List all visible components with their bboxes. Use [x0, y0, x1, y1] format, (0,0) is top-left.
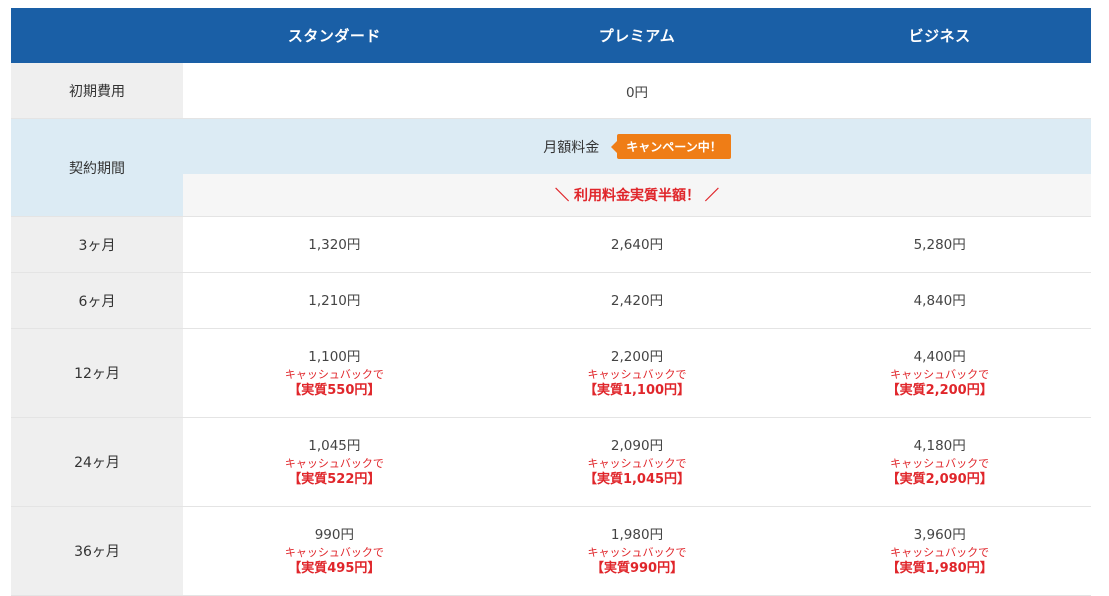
monthly-price: 4,180円 [913, 437, 966, 454]
cashback-note: キャッシュバックで [587, 456, 687, 470]
monthly-price: 4,840円 [913, 292, 966, 309]
monthly-price: 1,980円 [610, 526, 664, 543]
price-cell-business: 4,840円 [788, 273, 1091, 328]
monthly-price: 990円 [314, 526, 354, 543]
term-label: 6ヶ月 [11, 273, 183, 328]
monthly-price: 2,640円 [610, 236, 664, 253]
cashback-note: キャッシュバックで [890, 367, 990, 381]
price-cell-premium: 2,090円キャッシュバックで 【実質1,045円】 [486, 418, 789, 506]
price-cell-standard: 990円キャッシュバックで 【実質495円】 [183, 507, 486, 595]
table-row: 3ヶ月 1,320円 2,640円 5,280円 [11, 217, 1091, 273]
table-row: 36ヶ月 990円 キャッシュバックで 【実質495円】 1,980円 キャッシュバックで… [11, 507, 1091, 596]
table-row: 6ヶ月 1,210円 2,420円 4,840円 [11, 273, 1091, 329]
monthly-price: 1,210円 [308, 292, 361, 309]
monthly-price: 2,200円 [610, 348, 664, 365]
term-label: 24ヶ月 [11, 418, 183, 506]
price-cell-standard: 1,045円キャッシュバックで 【実質522円】 [183, 418, 486, 506]
monthly-price: 5,280円 [913, 236, 966, 253]
monthly-price: 1,045円 [308, 437, 361, 454]
contract-period-label: 契約期間 [11, 119, 183, 216]
effective-price: 【実質990円】 [590, 560, 684, 576]
table-row: 12ヶ月 1,100円 キャッシュバックで 【実質550円】 2,200円 キャッシュバッ… [11, 329, 1091, 418]
table-row: 24ヶ月 1,045円 キャッシュバックで 【実質522円】 2,090円 キャッシュバッ… [11, 418, 1091, 507]
plan-business-header: ビジネス [908, 27, 971, 45]
contract-info: 月額料金 キャンペーン中！ ＼ 利用料金実質半額！ ／ [183, 119, 1091, 216]
effective-price: 【実質550円】 [288, 382, 381, 398]
price-cell-standard: 1,100円キャッシュバックで 【実質550円】 [183, 329, 486, 417]
pricing-table: スタンダード プレミアム ビジネス 初期費用 0円 契約期間 月額料金 キャンペ… [11, 8, 1091, 596]
monthly-price: 3,960円 [913, 526, 966, 543]
half-off-banner: ＼ 利用料金実質半額！ ／ [183, 174, 1091, 216]
effective-price: 【実質1,100円】 [583, 382, 691, 398]
price-cell-premium: 2,420円 [486, 273, 789, 328]
cashback-note: キャッシュバックで [284, 545, 384, 559]
monthly-price: 2,420円 [610, 292, 664, 309]
cashback-note: キャッシュバックで [284, 456, 384, 470]
monthly-price: 1,100円 [308, 348, 361, 365]
cashback-note: キャッシュバックで [284, 367, 384, 381]
price-cell-business: 4,400円キャッシュバックで 【実質2,200円】 [788, 329, 1091, 417]
cashback-note: キャッシュバックで [890, 456, 990, 470]
plan-standard-header: スタンダード [287, 27, 381, 45]
effective-price: 【実質1,980円】 [886, 560, 993, 576]
price-cell-business: 3,960円キャッシュバックで 【実質1,980円】 [788, 507, 1091, 595]
initial-fee-label: 初期費用 [11, 63, 183, 118]
price-rows: 3ヶ月 1,320円 2,640円 5,280円 6ヶ月 1,210円 2,420円 4,84… [11, 217, 1091, 596]
monthly-fee-label: 月額料金 [543, 139, 600, 156]
term-label: 3ヶ月 [11, 217, 183, 272]
price-cell-premium: 2,640円 [486, 217, 789, 272]
price-cell-premium: 1,980円キャッシュバックで 【実質990円】 [486, 507, 789, 595]
initial-fee-row: 初期費用 0円 [11, 63, 1091, 119]
effective-price: 【実質495円】 [288, 560, 381, 576]
monthly-fee-heading: 月額料金 キャンペーン中！ [183, 119, 1091, 174]
monthly-price: 4,400円 [913, 348, 966, 365]
price-cell-standard: 1,320円 [183, 217, 486, 272]
effective-price: 【実質2,200円】 [886, 382, 993, 398]
effective-price: 【実質1,045円】 [583, 471, 691, 487]
monthly-price: 1,320円 [308, 236, 361, 253]
price-cell-premium: 2,200円キャッシュバックで 【実質1,100円】 [486, 329, 789, 417]
table-header: スタンダード プレミアム ビジネス [11, 8, 1091, 63]
term-label: 36ヶ月 [11, 507, 183, 595]
cashback-note: キャッシュバックで [587, 367, 687, 381]
contract-period-row: 契約期間 月額料金 キャンペーン中！ ＼ 利用料金実質半額！ ／ [11, 119, 1091, 217]
campaign-badge: キャンペーン中！ [611, 134, 731, 159]
price-cell-business: 4,180円キャッシュバックで 【実質2,090円】 [788, 418, 1091, 506]
effective-price: 【実質2,090円】 [886, 471, 993, 487]
cashback-note: キャッシュバックで [890, 545, 990, 559]
cashback-note: キャッシュバックで [587, 545, 687, 559]
term-label: 12ヶ月 [11, 329, 183, 417]
plan-premium-header: プレミアム [598, 27, 676, 45]
monthly-price: 2,090円 [610, 437, 664, 454]
header-empty-cell [11, 8, 183, 63]
price-cell-standard: 1,210円 [183, 273, 486, 328]
effective-price: 【実質522円】 [288, 471, 381, 487]
initial-fee-value: 0円 [625, 84, 649, 101]
price-cell-business: 5,280円 [788, 217, 1091, 272]
